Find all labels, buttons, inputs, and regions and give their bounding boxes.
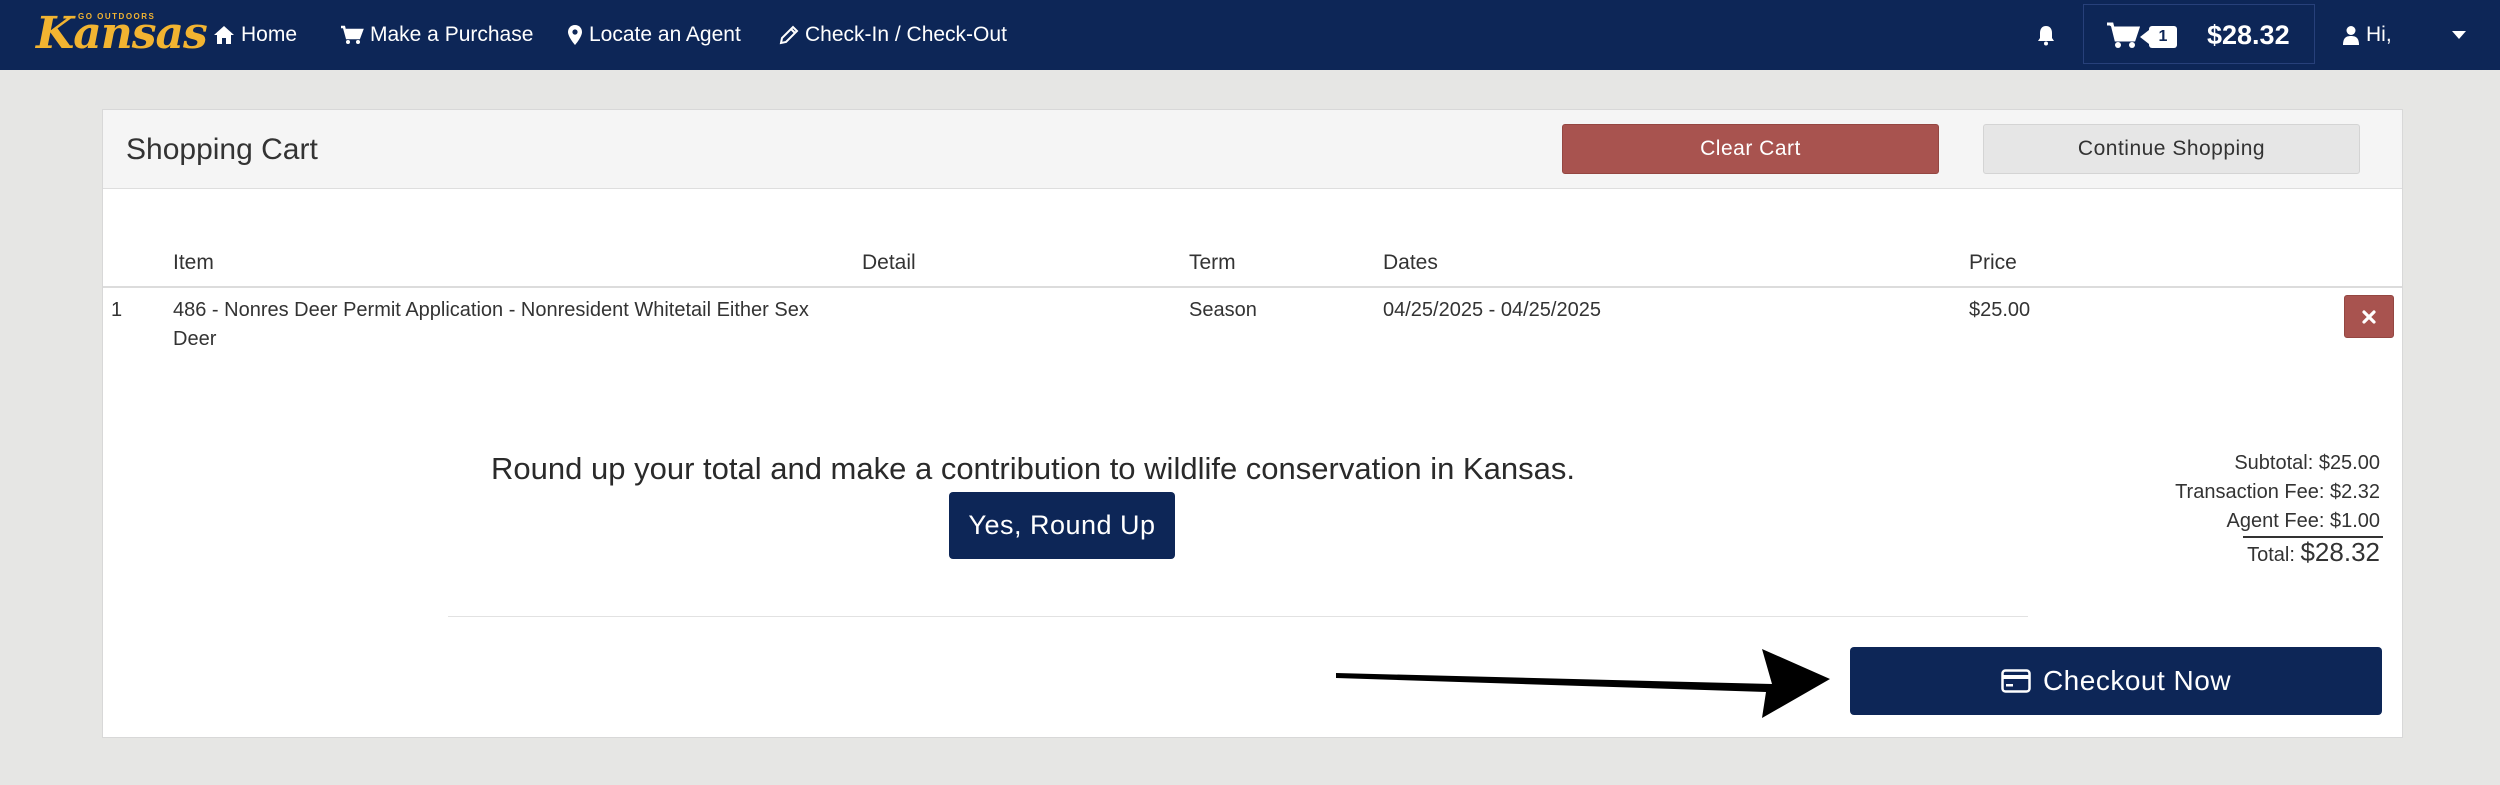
top-navbar: Kansas GO OUTDOORS Home Make a Purchase … [0, 0, 2500, 70]
panel-header: Shopping Cart Clear Cart Continue Shoppi… [103, 110, 2402, 189]
cart-count-badge: 1 [2140, 26, 2177, 48]
column-header-item: Item [173, 251, 214, 274]
row-item: 486 - Nonres Deer Permit Application - N… [173, 299, 809, 350]
row-price: $25.00 [1969, 299, 2031, 321]
nav-make-purchase-label: Make a Purchase [370, 23, 534, 46]
shopping-cart-panel: Shopping Cart Clear Cart Continue Shoppi… [102, 109, 2403, 738]
column-header-detail: Detail [862, 251, 916, 274]
transaction-fee-line: Transaction Fee: $2.32 [2175, 481, 2380, 503]
nav-make-purchase[interactable]: Make a Purchase [340, 0, 533, 70]
nav-locate-agent-label: Locate an Agent [589, 23, 741, 46]
column-header-price: Price [1969, 251, 2017, 274]
pencil-icon [779, 25, 799, 45]
table-header-divider [103, 286, 2402, 288]
row-term: Season [1189, 299, 1257, 321]
credit-card-icon [2001, 669, 2031, 693]
continue-shopping-button[interactable]: Continue Shopping [1983, 124, 2360, 174]
round-up-button[interactable]: Yes, Round Up [949, 492, 1175, 559]
total-value: $28.32 [2300, 537, 2380, 567]
column-header-term: Term [1189, 251, 1236, 274]
checkout-now-button[interactable]: Checkout Now [1850, 647, 2382, 715]
caret-down-icon [2452, 31, 2466, 39]
close-icon [2362, 309, 2376, 324]
agent-fee-line: Agent Fee: $1.00 [2226, 510, 2380, 532]
checkout-now-label: Checkout Now [2042, 665, 2232, 696]
section-divider [448, 616, 2028, 617]
home-icon [214, 26, 234, 44]
arrow-annotation [1336, 649, 1830, 718]
nav-check-in-out-label: Check-In / Check-Out [805, 23, 1007, 46]
cart-summary-button[interactable]: 1 $28.32 [2083, 4, 2315, 64]
nav-locate-agent[interactable]: Locate an Agent [567, 0, 741, 70]
remove-item-button[interactable] [2344, 295, 2394, 338]
nav-home[interactable]: Home [213, 0, 297, 70]
user-dropdown-toggle[interactable] [2452, 0, 2466, 70]
nav-check-in-out[interactable]: Check-In / Check-Out [779, 0, 1007, 70]
page-title: Shopping Cart [126, 133, 318, 166]
map-marker-icon [568, 25, 582, 45]
row-index: 1 [111, 299, 123, 321]
user-greeting: Hi, [2366, 23, 2392, 46]
cart-total: $28.32 [2207, 20, 2290, 50]
bell-icon [2038, 26, 2054, 46]
nav-home-label: Home [241, 23, 298, 46]
user-menu[interactable]: Hi, [2342, 0, 2392, 70]
user-icon [2343, 26, 2359, 45]
clear-cart-button[interactable]: Clear Cart [1562, 124, 1939, 174]
notifications-button[interactable] [2036, 0, 2056, 70]
total-line: Total: $28.32 [2247, 537, 2380, 568]
row-dates: 04/25/2025 - 04/25/2025 [1383, 299, 1601, 321]
subtotal-line: Subtotal: $25.00 [2234, 452, 2380, 474]
total-label: Total: [2247, 544, 2295, 566]
cart-icon [2107, 22, 2140, 48]
roundup-message: Round up your total and make a contribut… [491, 451, 1575, 486]
column-header-dates: Dates [1383, 251, 1438, 274]
kansas-logo[interactable]: Kansas GO OUTDOORS [34, 4, 208, 66]
cart-icon [341, 25, 364, 44]
logo-tagline: GO OUTDOORS [78, 12, 156, 21]
